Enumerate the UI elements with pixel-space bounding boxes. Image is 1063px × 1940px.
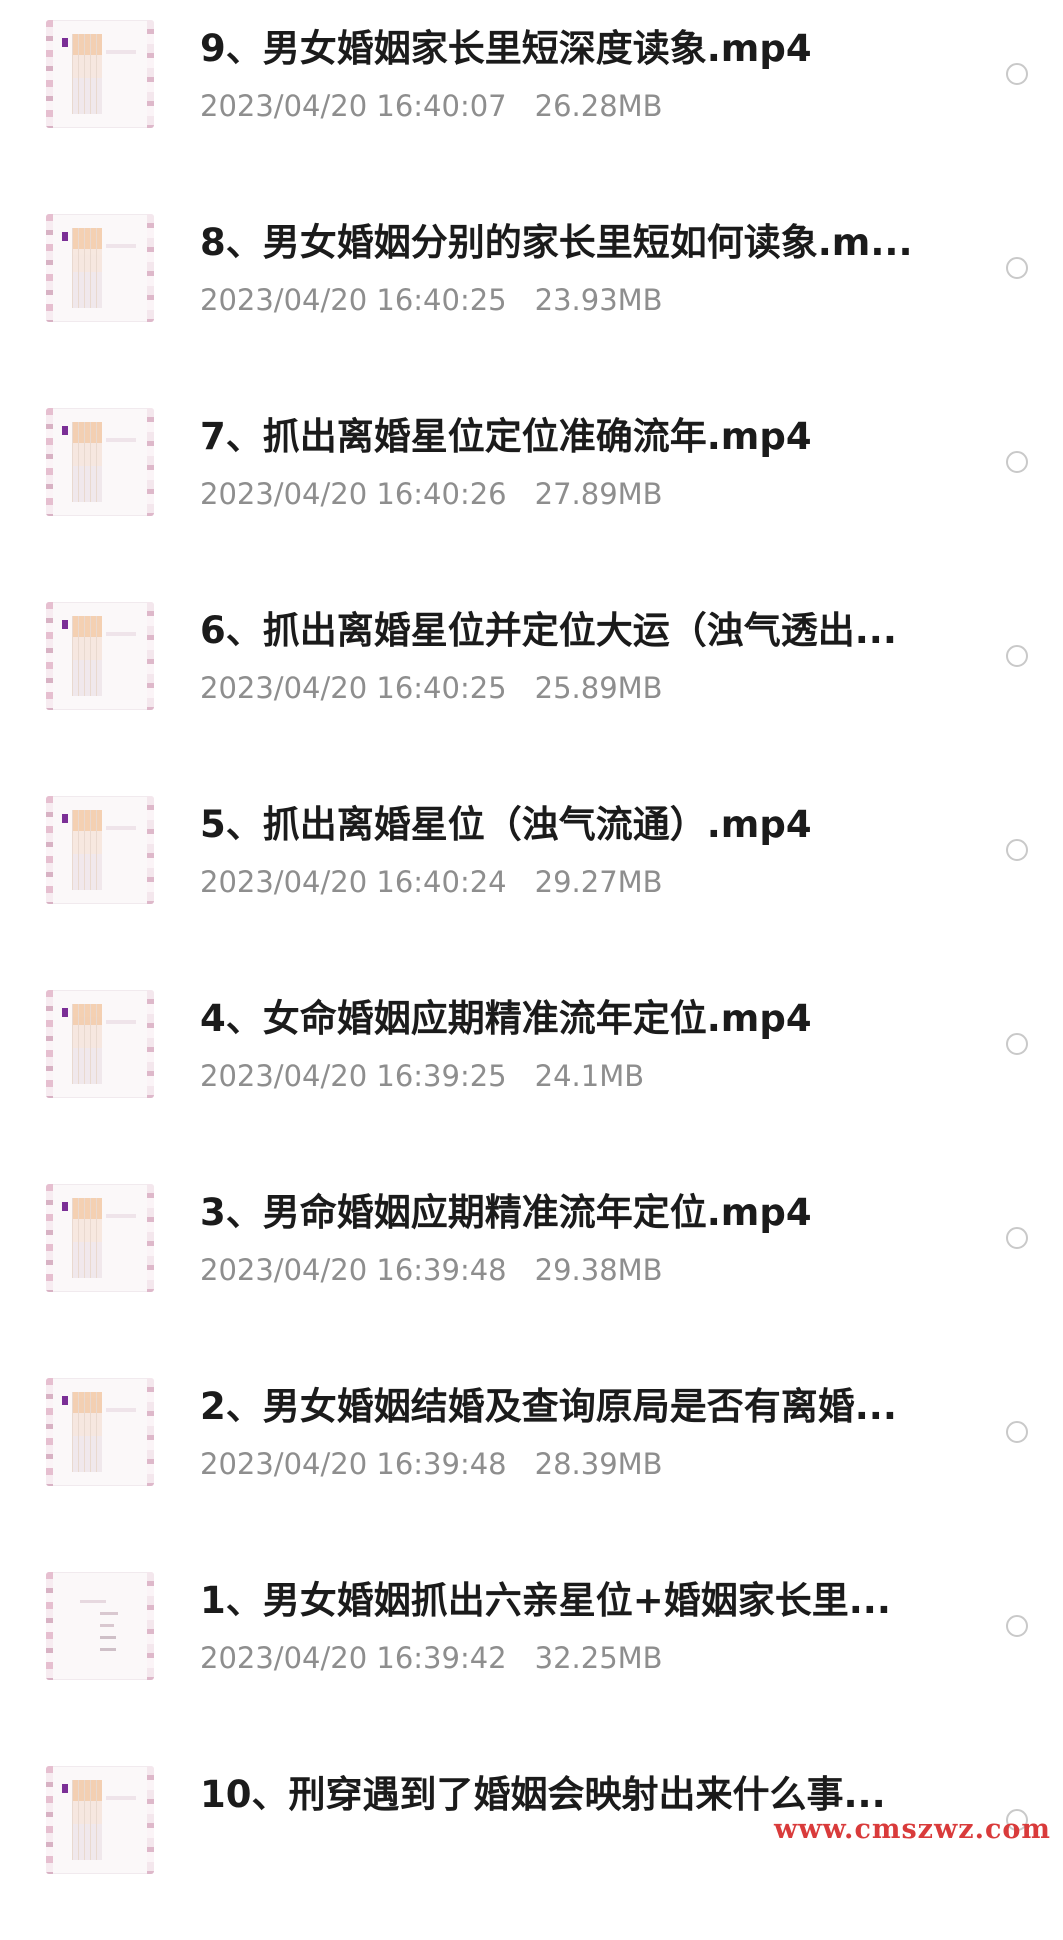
- file-row[interactable]: 9、男女婚姻家长里短深度读象.mp4 2023/04/20 16:40:07 26…: [0, 0, 1063, 194]
- file-row[interactable]: 8、男女婚姻分别的家长里短如何读象.m... 2023/04/20 16:40:…: [0, 194, 1063, 388]
- file-size: 23.93MB: [534, 283, 663, 317]
- file-name: 9、男女婚姻家长里短深度读象.mp4: [200, 27, 812, 70]
- file-size: 28.39MB: [534, 1447, 663, 1481]
- video-thumbnail: [46, 1378, 154, 1486]
- file-name: 3、男命婚姻应期精准流年定位.mp4: [200, 1191, 812, 1234]
- file-size: 32.25MB: [534, 1641, 663, 1675]
- file-meta: 2023/04/20 16:39:48 29.38MB: [200, 1252, 663, 1288]
- file-date: 2023/04/20 16:39:42: [200, 1641, 507, 1675]
- file-row[interactable]: 2、男女婚姻结婚及查询原局是否有离婚... 2023/04/20 16:39:4…: [0, 1358, 1063, 1552]
- file-date: 2023/04/20 16:39:48: [200, 1253, 507, 1287]
- video-thumbnail: [46, 408, 154, 516]
- file-row[interactable]: 7、抓出离婚星位定位准确流年.mp4 2023/04/20 16:40:26 27…: [0, 388, 1063, 582]
- file-size: 29.27MB: [534, 865, 663, 899]
- file-row[interactable]: 6、抓出离婚星位并定位大运（浊气透出... 2023/04/20 16:40:2…: [0, 582, 1063, 776]
- file-date: 2023/04/20 16:39:25: [200, 1059, 507, 1093]
- file-date: 2023/04/20 16:40:25: [200, 671, 507, 705]
- file-list: 9、男女婚姻家长里短深度读象.mp4 2023/04/20 16:40:07 26…: [0, 0, 1063, 1874]
- file-date: 2023/04/20 16:39:48: [200, 1447, 507, 1481]
- select-radio[interactable]: [1006, 839, 1028, 861]
- video-thumbnail: [46, 20, 154, 128]
- file-meta: 2023/04/20 16:39:42 32.25MB: [200, 1640, 663, 1676]
- file-size: 24.1MB: [534, 1059, 645, 1093]
- file-name: 6、抓出离婚星位并定位大运（浊气透出...: [200, 609, 897, 652]
- select-radio[interactable]: [1006, 1227, 1028, 1249]
- file-meta: 2023/04/20 16:40:25 25.89MB: [200, 670, 663, 706]
- select-radio[interactable]: [1006, 451, 1028, 473]
- file-size: 27.89MB: [534, 477, 663, 511]
- file-date: 2023/04/20 16:40:25: [200, 283, 507, 317]
- select-radio[interactable]: [1006, 1033, 1028, 1055]
- video-thumbnail: [46, 1572, 154, 1680]
- file-name: 4、女命婚姻应期精准流年定位.mp4: [200, 997, 812, 1040]
- file-name: 10、刑穿遇到了婚姻会映射出来什么事...: [200, 1773, 886, 1816]
- select-radio[interactable]: [1006, 1421, 1028, 1443]
- file-meta: 2023/04/20 16:39:25 24.1MB: [200, 1058, 644, 1094]
- file-row[interactable]: 5、抓出离婚星位（浊气流通）.mp4 2023/04/20 16:40:24 29…: [0, 776, 1063, 970]
- file-date: 2023/04/20 16:40:07: [200, 89, 507, 123]
- file-meta: 2023/04/20 16:40:25 23.93MB: [200, 282, 663, 318]
- video-thumbnail: [46, 214, 154, 322]
- file-name: 7、抓出离婚星位定位准确流年.mp4: [200, 415, 812, 458]
- select-radio[interactable]: [1006, 645, 1028, 667]
- file-date: 2023/04/20 16:40:26: [200, 477, 507, 511]
- video-thumbnail: [46, 990, 154, 1098]
- file-meta: 2023/04/20 16:40:26 27.89MB: [200, 476, 663, 512]
- video-thumbnail: [46, 796, 154, 904]
- file-name: 5、抓出离婚星位（浊气流通）.mp4: [200, 803, 812, 846]
- file-meta: 2023/04/20 16:39:48 28.39MB: [200, 1446, 663, 1482]
- file-meta: 2023/04/20 16:40:07 26.28MB: [200, 88, 663, 124]
- file-name: 1、男女婚姻抓出六亲星位+婚姻家长里...: [200, 1579, 891, 1622]
- file-row[interactable]: 4、女命婚姻应期精准流年定位.mp4 2023/04/20 16:39:25 24…: [0, 970, 1063, 1164]
- file-size: 25.89MB: [534, 671, 663, 705]
- select-radio[interactable]: [1006, 1615, 1028, 1637]
- file-row[interactable]: 1、男女婚姻抓出六亲星位+婚姻家长里... 2023/04/20 16:39:4…: [0, 1552, 1063, 1746]
- video-thumbnail: [46, 1766, 154, 1874]
- file-meta: 2023/04/20 16:40:24 29.27MB: [200, 864, 663, 900]
- select-radio[interactable]: [1006, 257, 1028, 279]
- file-name: 8、男女婚姻分别的家长里短如何读象.m...: [200, 221, 913, 264]
- video-thumbnail: [46, 602, 154, 710]
- file-date: 2023/04/20 16:40:24: [200, 865, 507, 899]
- file-row[interactable]: 3、男命婚姻应期精准流年定位.mp4 2023/04/20 16:39:48 29…: [0, 1164, 1063, 1358]
- select-radio[interactable]: [1006, 63, 1028, 85]
- file-size: 29.38MB: [534, 1253, 663, 1287]
- video-thumbnail: [46, 1184, 154, 1292]
- watermark: www.cmszwz.com: [774, 1814, 1051, 1845]
- file-size: 26.28MB: [534, 89, 663, 123]
- file-name: 2、男女婚姻结婚及查询原局是否有离婚...: [200, 1385, 897, 1428]
